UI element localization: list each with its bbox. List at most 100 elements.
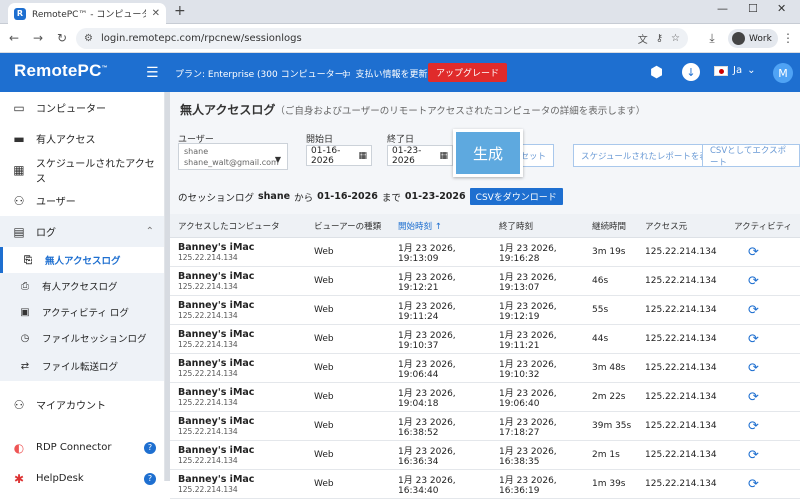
computer-ip: 125.22.214.134 xyxy=(178,456,238,465)
summary-prefix: のセッションログ xyxy=(178,192,255,204)
viewer-cell: Web xyxy=(314,334,334,344)
main-content: 無人アクセスログ（ご自身およびユーザーのリモートアクセスされたコンピュータの詳細… xyxy=(170,92,800,499)
activity-refresh-icon[interactable]: ⟳ xyxy=(726,448,800,463)
close-window-icon[interactable]: ✕ xyxy=(777,2,786,15)
column-header-viewer[interactable]: ビューアーの種類 xyxy=(306,220,390,232)
computer-name[interactable]: Banney's iMac xyxy=(178,474,306,485)
table-row: Banney's iMac 125.22.214.134 Web 1月 23 2026… xyxy=(170,296,800,325)
activity-refresh-icon[interactable]: ⟳ xyxy=(726,332,800,347)
sidebar-item-helpdesk[interactable]: ✱ HelpDesk? xyxy=(0,463,164,494)
bookmark-star-icon[interactable]: ☆ xyxy=(671,33,680,44)
summary-end: 01-23-2026 xyxy=(404,191,466,202)
sidebar-item-logs[interactable]: ▤ ログ ⌃ xyxy=(0,216,164,247)
computer-cell: Banney's iMac 125.22.214.134 xyxy=(170,445,306,465)
computer-name[interactable]: Banney's iMac xyxy=(178,387,306,398)
table-row: Banney's iMac 125.22.214.134 Web 1月 23 2026… xyxy=(170,238,800,267)
column-header-start-time[interactable]: 開始時刻 ↑ xyxy=(390,220,491,232)
activity-refresh-icon[interactable]: ⟳ xyxy=(726,419,800,434)
activity-refresh-icon[interactable]: ⟳ xyxy=(726,361,800,376)
password-key-icon[interactable]: ⚷ xyxy=(656,33,663,44)
sidebar-subitem-activity-log[interactable]: ▣ アクティビティ ログ xyxy=(0,299,164,325)
omnibox[interactable]: ⚙ login.remotepc.com/rpcnew/sessionlogs … xyxy=(76,28,688,49)
activity-refresh-icon[interactable]: ⟳ xyxy=(726,245,800,260)
sidebar-item-scheduled-access[interactable]: ▦ スケジュールされたアクセス xyxy=(0,154,164,185)
forward-icon[interactable]: → xyxy=(26,31,50,45)
access-from-cell: 125.22.214.134 xyxy=(645,276,717,286)
computer-name[interactable]: Banney's iMac xyxy=(178,300,306,311)
end-date-value: 01-23-2026 xyxy=(392,145,422,166)
activity-refresh-icon[interactable]: ⟳ xyxy=(726,390,800,405)
generate-button[interactable]: 生成 xyxy=(453,129,523,177)
update-payment-link[interactable]: ▭ 支払い情報を更新 xyxy=(342,67,428,81)
computer-name[interactable]: Banney's iMac xyxy=(178,271,306,282)
download-circle-icon[interactable]: ↓ xyxy=(682,63,700,81)
sidebar-subitem-label: アクティビティ ログ xyxy=(42,308,129,319)
sidebar-item-computers[interactable]: ▭ コンピューター xyxy=(0,92,164,123)
sidebar-item-rdp-connector[interactable]: ◐ RDP Connector? xyxy=(0,432,164,463)
end-time-cell: 1月 23 2026, 19:13:07 xyxy=(499,272,557,293)
sidebar-subitem-attended-log[interactable]: ⎙ 有人アクセスログ xyxy=(0,273,164,299)
summary-from: から xyxy=(294,192,314,204)
dropdown-caret-icon: ▼ xyxy=(274,155,281,164)
computer-name[interactable]: Banney's iMac xyxy=(178,445,306,456)
computer-name[interactable]: Banney's iMac xyxy=(178,242,306,253)
column-header-computer[interactable]: アクセスしたコンピュータ xyxy=(170,220,306,232)
language-selector[interactable]: Ja ⌄ xyxy=(714,65,755,76)
computer-name[interactable]: Banney's iMac xyxy=(178,358,306,369)
activity-refresh-icon[interactable]: ⟳ xyxy=(726,303,800,318)
access-from-cell: 125.22.214.134 xyxy=(645,305,717,315)
download-csv-button[interactable]: CSVをダウンロード xyxy=(469,188,563,205)
hamburger-menu-icon[interactable]: ☰ xyxy=(146,65,159,81)
minimize-icon[interactable]: — xyxy=(717,2,728,15)
sidebar-item-my-account[interactable]: ⚇ マイアカウント xyxy=(0,389,164,420)
viewer-cell: Web xyxy=(314,421,334,431)
profile-label: Work xyxy=(749,33,772,44)
computer-cell: Banney's iMac 125.22.214.134 xyxy=(170,271,306,291)
help-icon[interactable]: ? xyxy=(144,441,156,454)
column-header-activity[interactable]: アクティビティ xyxy=(726,220,800,232)
package-download-icon[interactable]: ⬢ xyxy=(650,63,663,81)
access-from-cell: 125.22.214.134 xyxy=(645,392,717,402)
logo-text: RemotePC xyxy=(14,61,102,80)
back-icon[interactable]: ← xyxy=(2,31,26,45)
computer-ip: 125.22.214.134 xyxy=(178,311,238,320)
site-info-icon[interactable]: ⚙ xyxy=(84,33,93,44)
close-tab-icon[interactable]: ✕ xyxy=(152,8,160,19)
table-row: Banney's iMac 125.22.214.134 Web 1月 23 2026… xyxy=(170,354,800,383)
end-time-cell: 1月 23 2026, 16:38:35 xyxy=(499,446,557,467)
profile-button[interactable]: Work xyxy=(728,29,778,48)
start-date-input[interactable]: 01-16-2026 ▦ xyxy=(306,145,372,166)
translate-icon[interactable]: 文 xyxy=(638,31,648,46)
maximize-icon[interactable]: ☐ xyxy=(748,2,758,15)
computer-name[interactable]: Banney's iMac xyxy=(178,416,306,427)
menu-kebab-icon[interactable]: ⋮ xyxy=(776,31,800,45)
download-icon[interactable]: ⤓ xyxy=(700,31,724,46)
sidebar-item-users[interactable]: ⚇ ユーザー xyxy=(0,185,164,216)
end-date-input[interactable]: 01-23-2026 ▦ xyxy=(387,145,453,166)
user-select-email: shane_walt@gmail.com xyxy=(184,158,279,167)
remotepc-logo[interactable]: RemotePC™ xyxy=(14,61,108,81)
table-row: Banney's iMac 125.22.214.134 Web 1月 23 2026… xyxy=(170,383,800,412)
new-tab-icon[interactable]: + xyxy=(174,3,186,19)
sidebar-subitem-unattended-log[interactable]: ⎘ 無人アクセスログ xyxy=(0,247,164,273)
column-header-end-time[interactable]: 終了時刻 xyxy=(491,220,584,232)
sidebar-item-attended-access[interactable]: ▬ 有人アクセス xyxy=(0,123,164,154)
column-header-duration[interactable]: 継続時間 xyxy=(584,220,637,232)
sidebar-subitem-file-transfer-log[interactable]: ⇄ ファイル転送ログ xyxy=(0,351,164,381)
activity-refresh-icon[interactable]: ⟳ xyxy=(726,274,800,289)
upgrade-button[interactable]: アップグレード xyxy=(428,63,508,82)
sidebar-subitem-file-session-log[interactable]: ◷ ファイルセッションログ xyxy=(0,325,164,351)
column-header-access-from[interactable]: アクセス元 xyxy=(637,220,726,232)
browser-tab[interactable]: R RemotePC™ - コンピューター ✕ xyxy=(8,3,166,24)
reload-icon[interactable]: ↻ xyxy=(50,31,74,45)
activity-refresh-icon[interactable]: ⟳ xyxy=(726,477,800,492)
user-select[interactable]: shane shane_walt@gmail.com ▼ xyxy=(178,143,288,170)
computer-name[interactable]: Banney's iMac xyxy=(178,329,306,340)
viewer-cell: Web xyxy=(314,247,334,257)
url-text[interactable]: login.remotepc.com/rpcnew/sessionlogs xyxy=(101,33,630,44)
user-avatar[interactable]: M xyxy=(773,63,793,83)
duration-cell: 2m 22s xyxy=(592,392,626,402)
help-icon[interactable]: ? xyxy=(144,472,156,485)
end-time-cell: 1月 23 2026, 16:36:19 xyxy=(499,475,557,496)
export-csv-button[interactable]: CSVとしてエクスポート xyxy=(702,144,800,168)
